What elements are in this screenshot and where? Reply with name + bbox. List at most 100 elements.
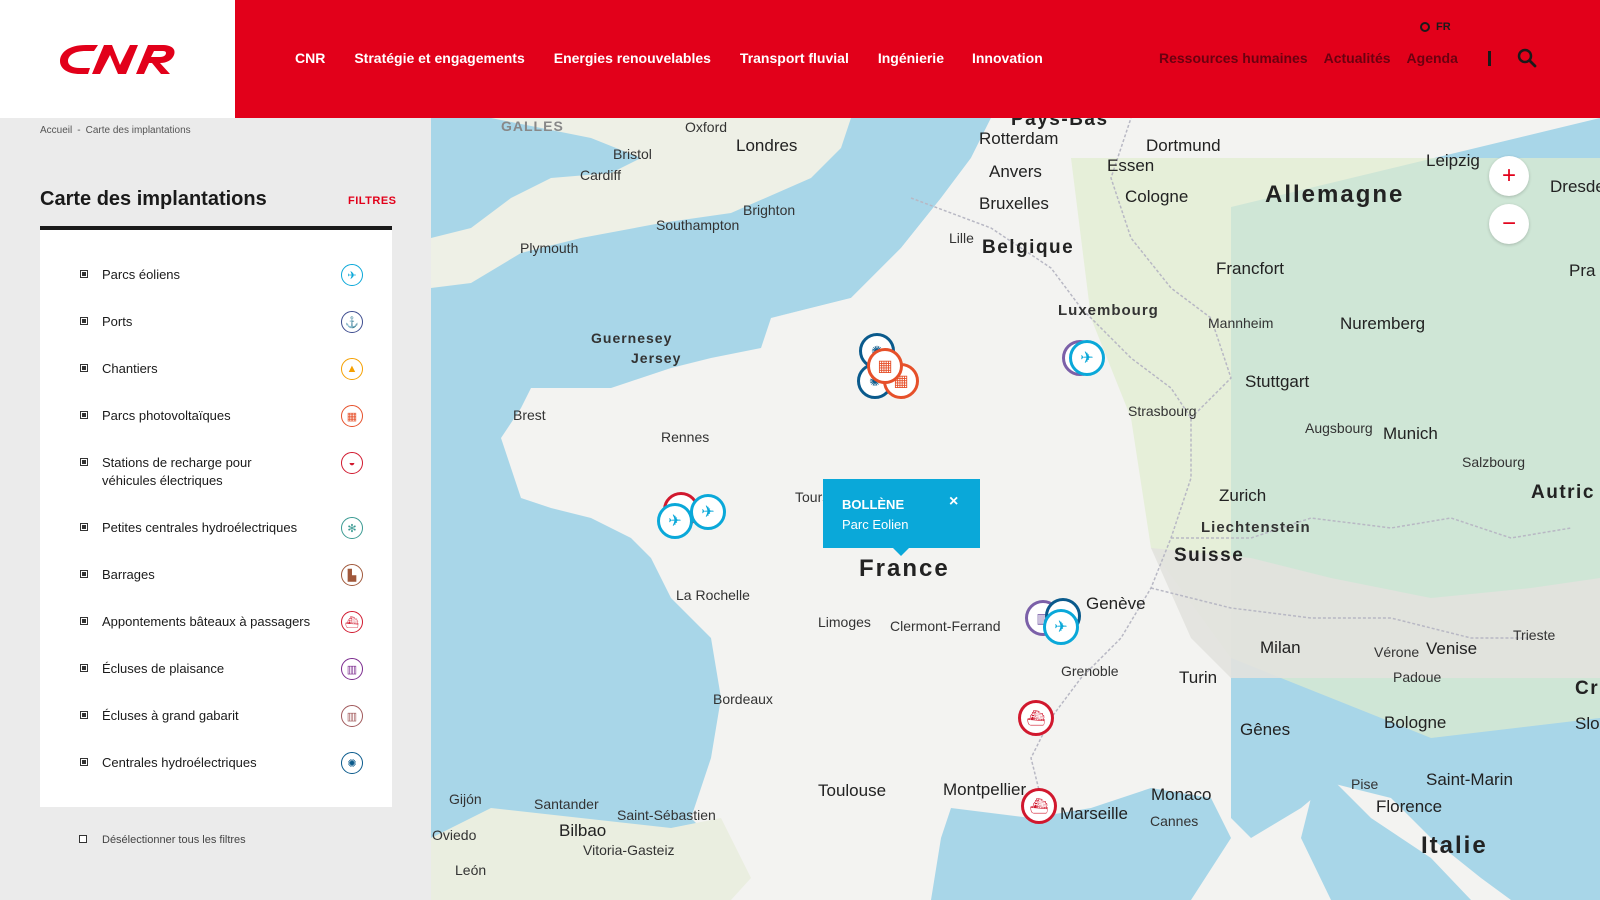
map-city: Grenoble	[1061, 663, 1119, 679]
map-city: Bruxelles	[979, 194, 1049, 213]
logo[interactable]	[0, 0, 235, 118]
map-city: Cardiff	[580, 167, 621, 183]
map-city: Milan	[1260, 638, 1301, 657]
filter-checkbox[interactable]	[80, 270, 88, 278]
map-city: Essen	[1107, 156, 1155, 175]
filter-checkbox[interactable]	[80, 317, 88, 325]
map-city: Pra	[1569, 261, 1596, 280]
map-city: Brest	[513, 407, 546, 423]
nav-strategie[interactable]: Stratégie et engagements	[354, 50, 524, 66]
main-nav: CNR Stratégie et engagements Energies re…	[295, 50, 1072, 66]
filter-checkbox[interactable]	[80, 664, 88, 672]
map-marker-boat[interactable]: ⛴	[1018, 700, 1054, 736]
top-header: CNR Stratégie et engagements Energies re…	[235, 0, 1600, 118]
language-switch[interactable]: FR	[1420, 21, 1451, 33]
filter-checkbox[interactable]	[80, 758, 88, 766]
filter-checkbox[interactable]	[80, 523, 88, 531]
map-city: Trieste	[1513, 627, 1556, 643]
map-view[interactable]: GALLES Oxford Londres Bristol Cardiff Br…	[431, 118, 1600, 900]
map-city: Salzbourg	[1462, 454, 1526, 470]
map-country: France	[859, 555, 950, 582]
small-turbine-icon: ✻	[341, 517, 363, 539]
map-city: Bologne	[1384, 713, 1447, 732]
cnr-logo	[59, 45, 174, 74]
map-marker-boat[interactable]: ⛴	[1021, 788, 1057, 824]
nav-actualites[interactable]: Actualités	[1324, 50, 1391, 66]
nav-transport[interactable]: Transport fluvial	[740, 50, 849, 66]
nav-ressources-humaines[interactable]: Ressources humaines	[1159, 50, 1308, 66]
map-city: Turin	[1179, 668, 1218, 687]
map-city: Augsbourg	[1305, 420, 1373, 436]
nav-energies[interactable]: Energies renouvelables	[554, 50, 711, 66]
map-country: Cr	[1575, 678, 1600, 699]
map-marker-wind[interactable]: ✈	[1043, 609, 1079, 645]
close-icon[interactable]: ×	[949, 493, 958, 511]
nav-cnr[interactable]: CNR	[295, 50, 325, 66]
map-city: La Rochelle	[676, 587, 750, 603]
lang-dot-icon	[1420, 22, 1430, 32]
deselect-checkbox[interactable]	[79, 835, 87, 843]
nav-ingenierie[interactable]: Ingénierie	[878, 50, 944, 66]
filter-checkbox[interactable]	[80, 458, 88, 466]
filter-checkbox[interactable]	[80, 570, 88, 578]
search-button[interactable]	[1517, 48, 1537, 68]
map-city: Vitoria-Gasteiz	[583, 842, 675, 858]
lock-large-icon: ▥	[341, 705, 363, 727]
wind-turbine-icon: ✈	[341, 264, 363, 286]
map-city: Saint-Marin	[1426, 770, 1513, 789]
map-city: Cologne	[1125, 187, 1189, 206]
map-city: Gijón	[449, 791, 482, 807]
cone-icon: ▲	[341, 358, 363, 380]
header-divider	[1488, 51, 1491, 66]
map-marker-wind[interactable]: ✈	[690, 494, 726, 530]
map-city: Lille	[949, 230, 974, 246]
zoom-in-button[interactable]: +	[1489, 156, 1529, 196]
filter-label: Écluses de plaisance	[102, 661, 225, 676]
map-city: Marseille	[1060, 804, 1129, 823]
nav-innovation[interactable]: Innovation	[972, 50, 1043, 66]
map-city: Munich	[1383, 424, 1438, 443]
filter-checkbox[interactable]	[80, 364, 88, 372]
nav-agenda[interactable]: Agenda	[1407, 50, 1458, 66]
breadcrumb-home[interactable]: Accueil	[40, 125, 72, 136]
breadcrumb: Accueil - Carte des implantations	[40, 125, 191, 136]
map-country: Belgique	[982, 237, 1075, 258]
map-country: Pays-Bas	[1011, 118, 1109, 130]
dam-icon: ▙	[341, 564, 363, 586]
search-icon	[1517, 48, 1537, 68]
map-city: Pise	[1351, 776, 1379, 792]
boat-icon: ⛴	[341, 611, 363, 633]
map-city: Bilbao	[559, 821, 607, 840]
breadcrumb-separator: -	[77, 125, 81, 136]
filter-label: Ports	[102, 314, 133, 329]
map-city: Plymouth	[520, 240, 579, 256]
filter-label: Appontements bâteaux à passagers	[102, 614, 311, 629]
filter-checkbox[interactable]	[80, 411, 88, 419]
map-city: Cannes	[1150, 813, 1199, 829]
map-city: León	[455, 862, 487, 878]
filter-checkbox[interactable]	[80, 711, 88, 719]
popup-subtitle: Parc Eolien	[842, 517, 909, 532]
map-city: Bordeaux	[713, 691, 773, 707]
filter-panel: Parcs éoliens ✈ Ports ⚓ Chantiers ▲ Parc…	[40, 230, 392, 807]
map-city: Venise	[1426, 639, 1478, 658]
map-country: Allemagne	[1265, 181, 1405, 208]
zoom-out-button[interactable]: −	[1489, 204, 1529, 244]
filter-label: Centrales hydroélectriques	[102, 755, 257, 770]
map-city: Limoges	[818, 614, 871, 630]
deselect-all[interactable]: Désélectionner tous les filtres	[79, 834, 246, 846]
map-city: Montpellier	[943, 780, 1027, 799]
solar-panel-icon: ▦	[341, 405, 363, 427]
map-country: Liechtenstein	[1201, 519, 1311, 536]
marker-popup: BOLLÈNE Parc Eolien ×	[823, 479, 980, 556]
map-marker-wind[interactable]: ✈	[657, 503, 693, 539]
map-city: Southampton	[656, 217, 740, 233]
map-marker-wind[interactable]: ✈	[1069, 340, 1105, 376]
filters-toggle[interactable]: FILTRES	[348, 195, 397, 207]
map-city: Mannheim	[1208, 315, 1274, 331]
map-marker-solar[interactable]: ▦	[867, 348, 903, 384]
filter-checkbox[interactable]	[80, 617, 88, 625]
map-city: Stuttgart	[1245, 372, 1310, 391]
hydro-turbine-icon: ✺	[341, 752, 363, 774]
lock-leisure-icon: ▥	[341, 658, 363, 680]
